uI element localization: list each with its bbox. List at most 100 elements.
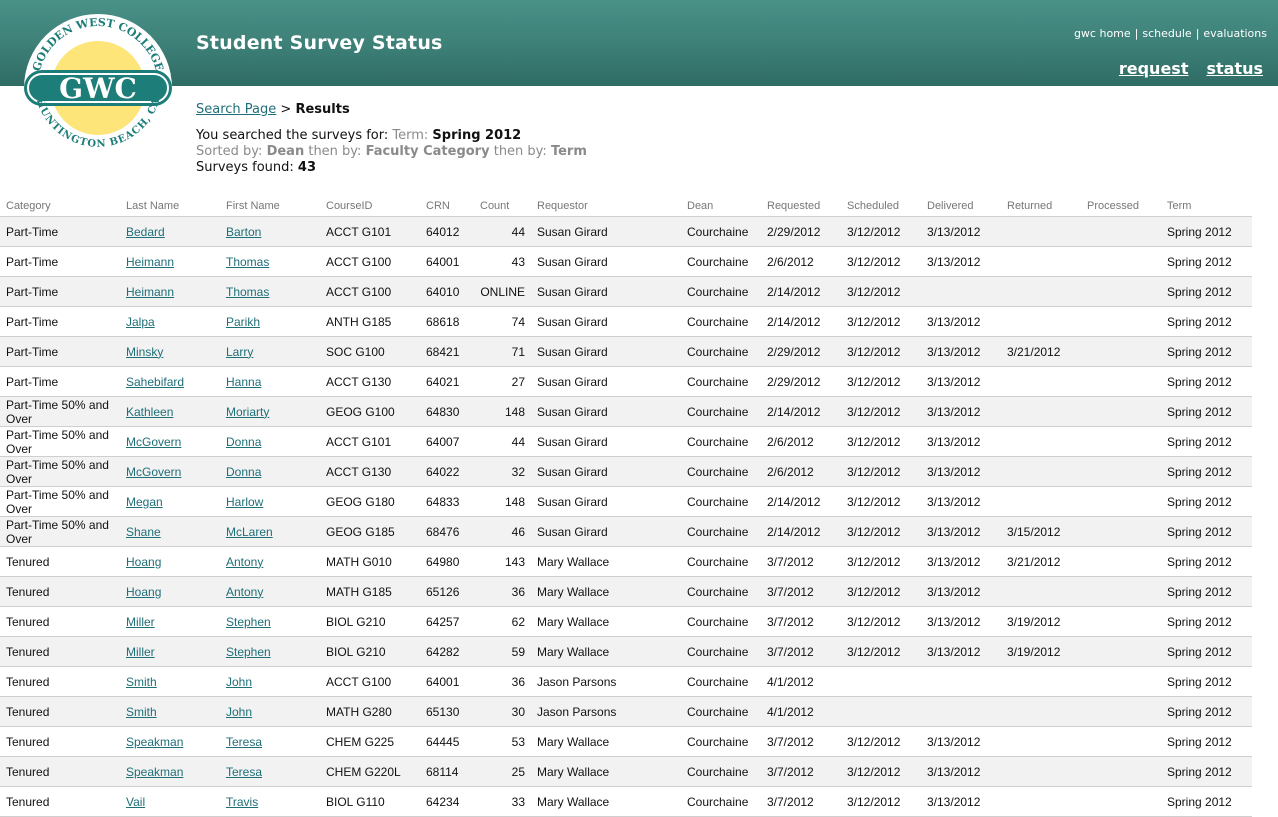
- cell-processed: [1081, 516, 1161, 547]
- found-label: Surveys found:: [196, 160, 294, 175]
- first-name-link[interactable]: Thomas: [226, 255, 269, 269]
- cell-crn: 64257: [420, 606, 474, 637]
- first-name-link[interactable]: Harlow: [226, 495, 263, 509]
- cell-processed: [1081, 726, 1161, 757]
- first-name-link[interactable]: Parikh: [226, 315, 260, 329]
- cell-requestor: Mary Wallace: [531, 726, 681, 757]
- cell-count: 44: [474, 426, 531, 457]
- last-name-link[interactable]: Hoang: [126, 585, 161, 599]
- cell-first-name: Thomas: [220, 246, 320, 277]
- last-name-link[interactable]: Heimann: [126, 285, 174, 299]
- cell-course-id: GEOG G185: [320, 516, 420, 547]
- request-link[interactable]: request: [1119, 59, 1189, 78]
- last-name-link[interactable]: Speakman: [126, 735, 183, 749]
- last-name-link[interactable]: Bedard: [126, 225, 165, 239]
- first-name-link[interactable]: Hanna: [226, 375, 261, 389]
- first-name-link[interactable]: Donna: [226, 465, 261, 479]
- status-link[interactable]: status: [1206, 59, 1263, 78]
- term-value: Spring 2012: [432, 128, 522, 143]
- cell-first-name: John: [220, 666, 320, 697]
- first-name-link[interactable]: John: [226, 675, 252, 689]
- found-count: 43: [297, 160, 317, 175]
- last-name-link[interactable]: Shane: [126, 525, 161, 539]
- first-name-link[interactable]: McLaren: [226, 525, 273, 539]
- gwc-home-link[interactable]: gwc home: [1074, 27, 1131, 40]
- schedule-link[interactable]: schedule: [1142, 27, 1191, 40]
- cell-count: 25: [474, 756, 531, 787]
- first-name-link[interactable]: Stephen: [226, 645, 271, 659]
- first-name-link[interactable]: Donna: [226, 435, 261, 449]
- cell-requested: 3/7/2012: [761, 606, 841, 637]
- table-row: Part-Time 50% and Over McGovern Donna ACCT …: [0, 426, 1252, 457]
- last-name-link[interactable]: Kathleen: [126, 405, 173, 419]
- last-name-link[interactable]: Heimann: [126, 255, 174, 269]
- first-name-link[interactable]: Teresa: [226, 735, 262, 749]
- cell-requestor: Susan Girard: [531, 216, 681, 247]
- found-line: Surveys found: 43: [196, 160, 587, 176]
- cell-first-name: Teresa: [220, 726, 320, 757]
- last-name-link[interactable]: Smith: [126, 675, 157, 689]
- last-name-link[interactable]: Hoang: [126, 555, 161, 569]
- column-header-count: Count: [474, 196, 531, 217]
- first-name-link[interactable]: Thomas: [226, 285, 269, 299]
- search-page-link[interactable]: Search Page: [196, 102, 276, 117]
- cell-dean: Courchaine: [681, 786, 761, 817]
- cell-term: Spring 2012: [1161, 216, 1252, 247]
- cell-last-name: Vail: [120, 786, 220, 817]
- last-name-link[interactable]: Megan: [126, 495, 163, 509]
- first-name-link[interactable]: Antony: [226, 555, 263, 569]
- last-name-link[interactable]: Jalpa: [126, 315, 155, 329]
- cell-category: Part-Time: [0, 246, 120, 277]
- cell-requestor: Susan Girard: [531, 366, 681, 397]
- last-name-link[interactable]: McGovern: [126, 465, 181, 479]
- cell-count: 53: [474, 726, 531, 757]
- sort-line: Sorted by: Dean then by: Faculty Categor…: [196, 144, 587, 160]
- cell-scheduled: 3/12/2012: [841, 336, 921, 367]
- cell-first-name: John: [220, 696, 320, 727]
- cell-category: Tenured: [0, 726, 120, 757]
- cell-last-name: Smith: [120, 696, 220, 727]
- last-name-link[interactable]: Speakman: [126, 765, 183, 779]
- search-summary: You searched the surveys for: Term: Spri…: [196, 128, 587, 176]
- cell-term: Spring 2012: [1161, 246, 1252, 277]
- first-name-link[interactable]: John: [226, 705, 252, 719]
- first-name-link[interactable]: Barton: [226, 225, 261, 239]
- cell-category: Part-Time: [0, 306, 120, 337]
- sort-field-1: Dean: [266, 144, 305, 159]
- cell-course-id: MATH G280: [320, 696, 420, 727]
- first-name-link[interactable]: Antony: [226, 585, 263, 599]
- gwc-logo[interactable]: GWC GOLDEN WEST COLLEGE HUNTINGTON BEACH…: [16, 10, 180, 162]
- cell-scheduled: 3/12/2012: [841, 726, 921, 757]
- cell-course-id: BIOL G110: [320, 786, 420, 817]
- cell-processed: [1081, 456, 1161, 487]
- last-name-link[interactable]: Miller: [126, 615, 155, 629]
- last-name-link[interactable]: Minsky: [126, 345, 163, 359]
- cell-crn: 64022: [420, 456, 474, 487]
- first-name-link[interactable]: Travis: [226, 795, 258, 809]
- cell-category: Tenured: [0, 756, 120, 787]
- cell-count: ONLINE: [474, 276, 531, 307]
- last-name-link[interactable]: Smith: [126, 705, 157, 719]
- first-name-link[interactable]: Larry: [226, 345, 253, 359]
- last-name-link[interactable]: Sahebifard: [126, 375, 184, 389]
- last-name-link[interactable]: Vail: [126, 795, 145, 809]
- last-name-link[interactable]: Miller: [126, 645, 155, 659]
- main-nav: request status: [1101, 59, 1263, 78]
- cell-last-name: Heimann: [120, 276, 220, 307]
- cell-term: Spring 2012: [1161, 366, 1252, 397]
- cell-requested: 3/7/2012: [761, 726, 841, 757]
- cell-processed: [1081, 636, 1161, 667]
- column-header-requested: Requested: [761, 196, 841, 217]
- first-name-link[interactable]: Teresa: [226, 765, 262, 779]
- sorted-label: Sorted by:: [196, 144, 263, 159]
- cell-dean: Courchaine: [681, 606, 761, 637]
- last-name-link[interactable]: McGovern: [126, 435, 181, 449]
- table-row: Part-Time Heimann Thomas ACCT G100 64010 ONLI…: [0, 276, 1252, 307]
- page-title: Student Survey Status: [196, 32, 443, 54]
- cell-scheduled: 3/12/2012: [841, 306, 921, 337]
- first-name-link[interactable]: Moriarty: [226, 405, 269, 419]
- first-name-link[interactable]: Stephen: [226, 615, 271, 629]
- cell-scheduled: 3/12/2012: [841, 456, 921, 487]
- cell-processed: [1081, 276, 1161, 307]
- evaluations-link[interactable]: evaluations: [1203, 27, 1267, 40]
